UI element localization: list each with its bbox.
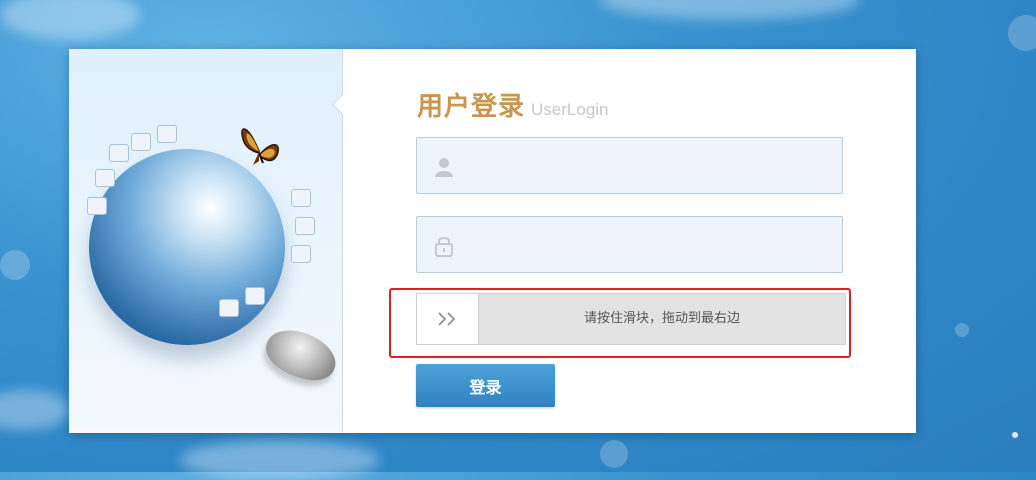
slide-verify-track[interactable]: 请按住滑块，拖动到最右边 [416,293,846,345]
login-illustration [69,49,343,433]
title-english: UserLogin [531,100,609,119]
butterfly-image [241,128,279,165]
login-card: 用户登录 UserLogin 请按住滑块，拖动到最右边 登录 [69,49,916,433]
slide-verify-handle[interactable] [417,294,479,344]
computer-mouse-image [259,321,343,389]
user-icon [435,158,453,177]
lock-icon [435,237,453,257]
password-field[interactable] [416,216,843,273]
password-input[interactable] [471,225,835,267]
username-field[interactable] [416,137,843,194]
double-chevron-right-icon [437,312,455,326]
page-title: 用户登录 UserLogin [417,86,609,123]
puzzle-globe-image [89,149,285,345]
username-input[interactable] [471,146,835,188]
login-button[interactable]: 登录 [416,364,555,407]
title-chinese: 用户登录 [417,92,526,122]
slide-verify-text: 请按住滑块，拖动到最右边 [583,311,740,326]
